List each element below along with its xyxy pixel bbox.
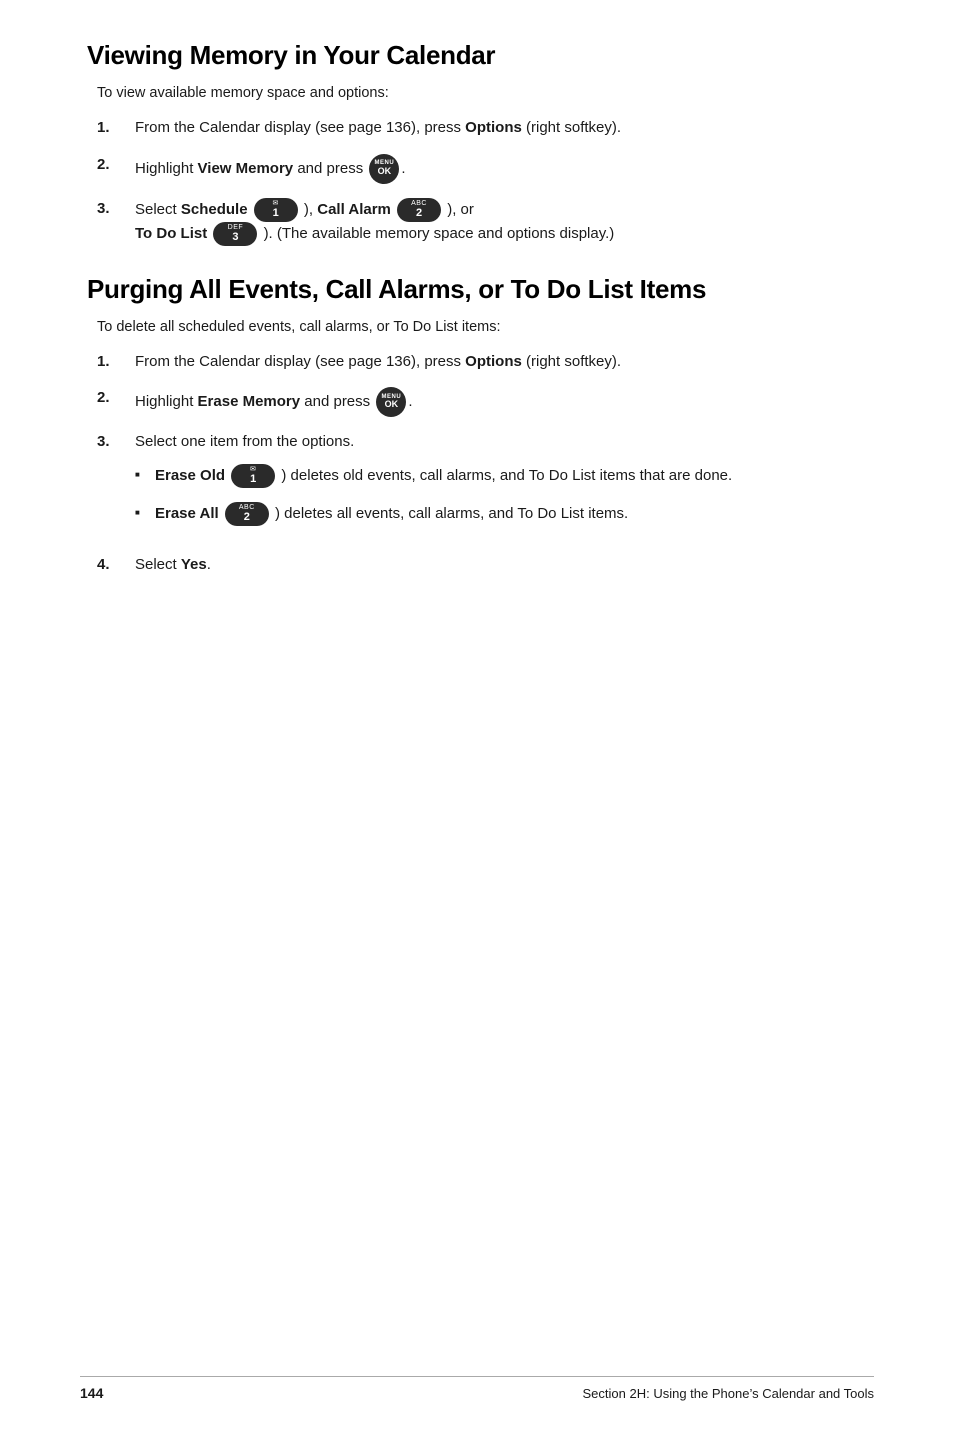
section-viewing-memory: Viewing Memory in Your Calendar To view …: [87, 40, 867, 246]
menu-ok-badge: MENU OK: [369, 154, 399, 184]
key-main: 2: [244, 511, 250, 523]
sub-text: ) deletes old events, call alarms, and T…: [281, 466, 732, 483]
page-content: Viewing Memory in Your Calendar To view …: [87, 40, 867, 576]
key-top: ABC: [239, 504, 255, 512]
sub-text: ) deletes all events, call alarms, and T…: [275, 504, 628, 521]
sub-bold: Erase All: [155, 504, 219, 521]
footer-page-number: 144: [80, 1385, 103, 1401]
sub-item-erase-old: Erase Old ✉ 1 ) deletes old events, call…: [135, 464, 867, 488]
key-badge-erase-all: ABC 2: [225, 502, 269, 526]
step-text-before: From the Calendar display (see page 136)…: [135, 353, 465, 370]
key-inner: ✉ 1: [273, 200, 279, 220]
step-3-viewing: 3. Select Schedule ✉ 1 ), Call Alarm ABC…: [97, 198, 867, 246]
steps-list-viewing: 1. From the Calendar display (see page 1…: [97, 117, 867, 246]
key-inner: ABC 2: [239, 504, 255, 524]
step-bold-callalarm: Call Alarm: [317, 200, 391, 217]
step-content: Select one item from the options. Erase …: [135, 431, 867, 540]
sub-item-erase-all: Erase All ABC 2 ) deletes all events, ca…: [135, 502, 867, 526]
step-text-after: (right softkey).: [522, 353, 621, 370]
step-1-viewing: 1. From the Calendar display (see page 1…: [97, 117, 867, 140]
step-text-after: and press: [293, 159, 363, 176]
step-number: 3.: [97, 431, 127, 454]
key-top: ABC: [411, 200, 427, 208]
step-1-purging: 1. From the Calendar display (see page 1…: [97, 351, 867, 374]
key-top: ✉: [273, 200, 279, 208]
step-bold: Options: [465, 353, 522, 370]
key-badge-3: DEF 3: [213, 222, 257, 246]
step-text-select: Select: [135, 200, 181, 217]
key-main: 1: [273, 207, 279, 219]
step-text-mid1: ),: [304, 200, 317, 217]
step-text-end: ). (The available memory space and optio…: [264, 224, 615, 241]
sub-list: Erase Old ✉ 1 ) deletes old events, call…: [135, 464, 867, 526]
step-text-after: .: [207, 556, 211, 573]
section-title-purging: Purging All Events, Call Alarms, or To D…: [87, 274, 867, 305]
step-bold: Yes: [181, 556, 207, 573]
step-bold: View Memory: [198, 159, 294, 176]
step-number: 2.: [97, 387, 127, 410]
page-footer: 144 Section 2H: Using the Phone’s Calend…: [80, 1376, 874, 1401]
key-inner: ABC 2: [411, 200, 427, 220]
key-top: ✉: [250, 466, 256, 474]
step-text-before: Highlight: [135, 393, 198, 410]
key-inner: ✉ 1: [250, 466, 256, 486]
step-text-after: (right softkey).: [522, 119, 621, 136]
step-content: Select Schedule ✉ 1 ), Call Alarm ABC 2: [135, 198, 867, 246]
step-2-purging: 2. Highlight Erase Memory and press MENU…: [97, 387, 867, 417]
section-intro-viewing: To view available memory space and optio…: [97, 85, 867, 101]
step-4-purging: 4. Select Yes.: [97, 554, 867, 577]
key-inner: DEF 3: [228, 224, 244, 244]
step-number: 3.: [97, 198, 127, 221]
key-main: 1: [250, 473, 256, 485]
section-intro-purging: To delete all scheduled events, call ala…: [97, 319, 867, 335]
step-bold-schedule: Schedule: [181, 200, 248, 217]
step-content: Select Yes.: [135, 554, 867, 577]
key-main: 2: [416, 207, 422, 219]
section-title-viewing-memory: Viewing Memory in Your Calendar: [87, 40, 867, 71]
step-content: Highlight View Memory and press MENU OK …: [135, 154, 867, 184]
steps-list-purging: 1. From the Calendar display (see page 1…: [97, 351, 867, 577]
step-content: From the Calendar display (see page 136)…: [135, 351, 867, 374]
step-text-before: Select: [135, 556, 181, 573]
step-text-before: From the Calendar display (see page 136)…: [135, 119, 465, 136]
step-content: Highlight Erase Memory and press MENU OK…: [135, 387, 867, 417]
step-number: 4.: [97, 554, 127, 577]
footer-section-text: Section 2H: Using the Phone’s Calendar a…: [583, 1386, 874, 1401]
section-purging: Purging All Events, Call Alarms, or To D…: [87, 274, 867, 577]
menu-ok-badge: MENU OK: [376, 387, 406, 417]
step-text-plain: Select one item from the options.: [135, 433, 354, 450]
step-number: 1.: [97, 117, 127, 140]
key-main: 3: [232, 231, 238, 243]
step-bold: Options: [465, 119, 522, 136]
ok-label: OK: [378, 167, 392, 177]
key-badge-1: ✉ 1: [254, 198, 298, 222]
step-bold-todolist: To Do List: [135, 224, 207, 241]
step-text-before: Highlight: [135, 159, 198, 176]
step-number: 1.: [97, 351, 127, 374]
key-top: DEF: [228, 224, 244, 232]
step-2-viewing: 2. Highlight View Memory and press MENU …: [97, 154, 867, 184]
ok-label: OK: [385, 400, 399, 410]
step-3-purging: 3. Select one item from the options. Era…: [97, 431, 867, 540]
sub-bold: Erase Old: [155, 466, 225, 483]
key-badge-erase-old: ✉ 1: [231, 464, 275, 488]
step-bold: Erase Memory: [198, 393, 301, 410]
step-number: 2.: [97, 154, 127, 177]
sub-content: Erase Old ✉ 1 ) deletes old events, call…: [155, 464, 867, 488]
step-text-mid2: ), or: [447, 200, 474, 217]
sub-content: Erase All ABC 2 ) deletes all events, ca…: [155, 502, 867, 526]
step-text-after: and press: [300, 393, 370, 410]
step-content: From the Calendar display (see page 136)…: [135, 117, 867, 140]
key-badge-2: ABC 2: [397, 198, 441, 222]
